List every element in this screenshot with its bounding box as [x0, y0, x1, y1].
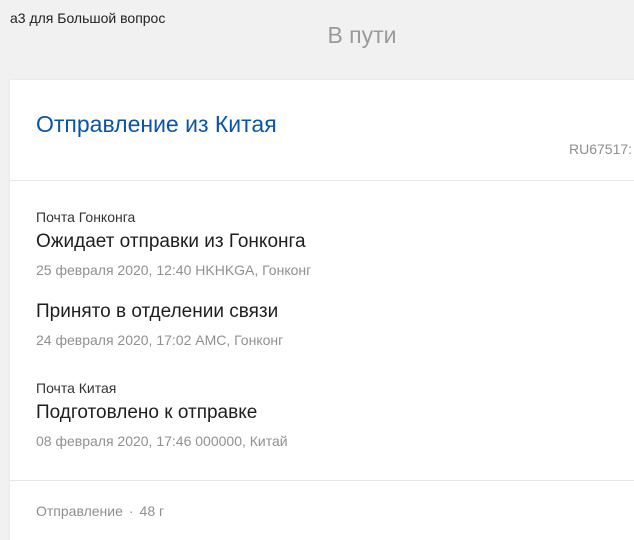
event-description: Подготовлено к отправке: [36, 402, 258, 423]
event-operator: Почта Китая: [36, 380, 117, 396]
tracking-event: Принято в отделении связи 24 февраля 202…: [36, 301, 283, 348]
event-meta: 08 февраля 2020, 17:46 000000, Китай: [36, 433, 288, 449]
footer-divider: [10, 480, 634, 481]
shipment-status-title: В пути: [327, 22, 397, 48]
shipment-weight: 48 г: [139, 503, 165, 519]
footer-separator: ·: [128, 503, 134, 519]
event-description: Принято в отделении связи: [36, 301, 279, 322]
shipment-card-header: Отправление из Китая RU67517:: [10, 80, 634, 181]
event-operator: Почта Гонконга: [36, 209, 136, 225]
shipment-title: Отправление из Китая: [36, 111, 277, 137]
event-description: Ожидает отправки из Гонконга: [36, 231, 306, 252]
tracking-event: Почта Гонконга Ожидает отправки из Гонко…: [36, 209, 311, 278]
shipment-card: Отправление из Китая RU67517: Почта Гонк…: [10, 80, 634, 540]
shipment-footer: Отправление · 48 г: [36, 503, 164, 519]
event-meta: 25 февраля 2020, 12:40 HKHKGA, Гонконг: [36, 262, 312, 278]
event-meta: 24 февраля 2020, 17:02 AMC, Гонконг: [36, 332, 284, 348]
shipment-type: Отправление: [36, 503, 123, 519]
tracking-number[interactable]: RU67517:: [569, 141, 632, 157]
tracking-event: Почта Китая Подготовлено к отправке 08 ф…: [36, 380, 288, 449]
